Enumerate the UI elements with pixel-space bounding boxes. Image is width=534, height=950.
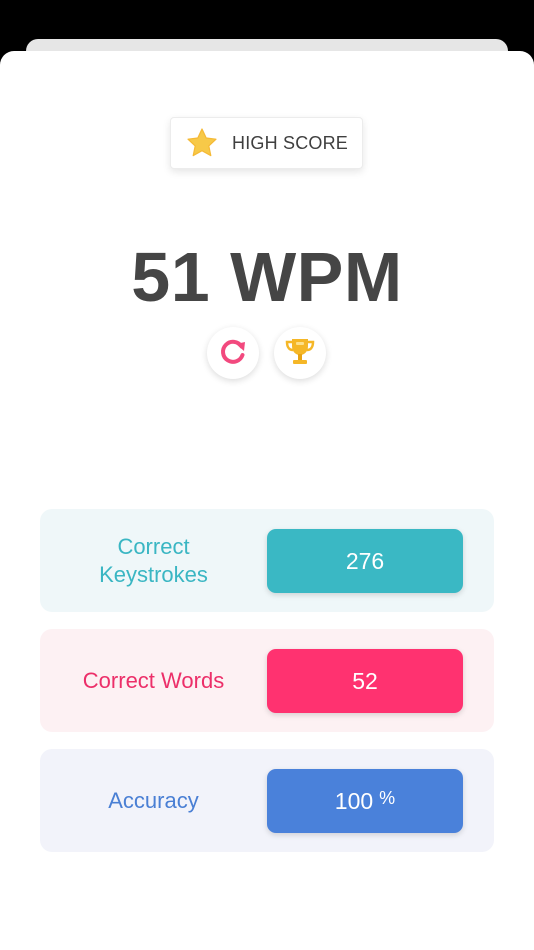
accuracy-unit: % <box>379 787 396 808</box>
correct-words-card: Correct Words 52 <box>40 629 494 732</box>
results-sheet: HIGH SCORE 51 WPM Correct Keystrokes 276… <box>0 51 534 950</box>
accuracy-value: 100% <box>267 769 463 833</box>
retry-button[interactable] <box>207 327 259 379</box>
correct-words-value: 52 <box>267 649 463 713</box>
high-score-label: HIGH SCORE <box>232 132 349 153</box>
star-icon <box>185 126 219 160</box>
correct-keystrokes-card: Correct Keystrokes 276 <box>40 509 494 612</box>
leaderboard-button[interactable] <box>274 327 326 379</box>
correct-words-label: Correct Words <box>82 667 225 693</box>
correct-keystrokes-value: 276 <box>267 529 463 593</box>
wpm-score: 51 WPM <box>131 238 403 316</box>
correct-keystrokes-label: Correct Keystrokes <box>99 533 208 587</box>
trophy-icon <box>283 334 317 373</box>
accuracy-card: Accuracy 100% <box>40 749 494 852</box>
retry-icon <box>217 335 249 372</box>
accuracy-label: Accuracy <box>108 787 199 813</box>
high-score-badge: HIGH SCORE <box>170 117 363 169</box>
